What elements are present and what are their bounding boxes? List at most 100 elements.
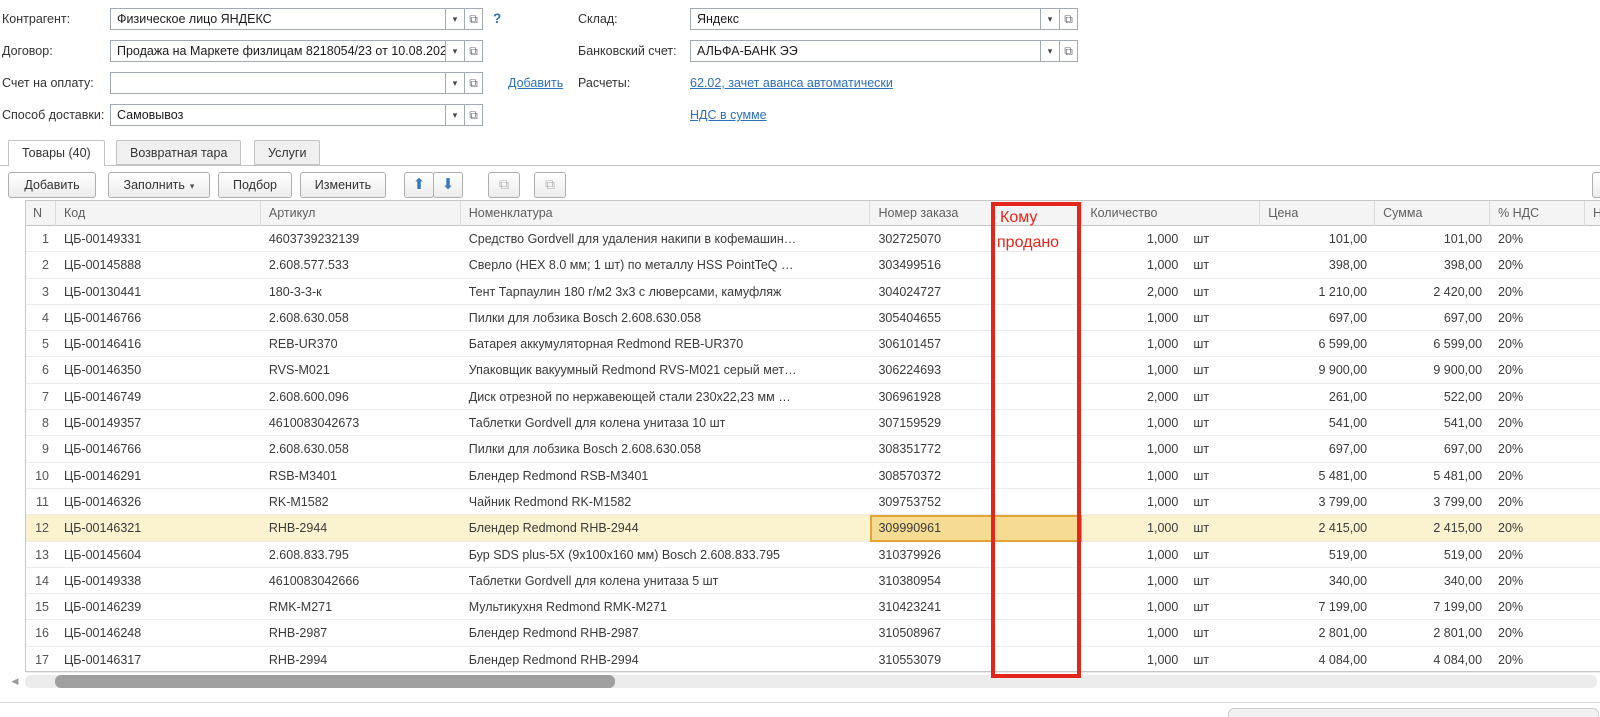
cell-sum[interactable]: 697,00 (1375, 305, 1490, 331)
column-header-5[interactable]: Номер заказа (870, 201, 1082, 226)
column-header-3[interactable]: Артикул (261, 201, 461, 226)
cell-nomenclature[interactable]: Упаковщик вакуумный Redmond RVS-M021 сер… (461, 357, 871, 383)
cell-price[interactable]: 101,00 (1260, 226, 1375, 252)
cell-code[interactable]: ЦБ-00146326 (56, 489, 261, 515)
банковскийсчет-field[interactable]: АЛЬФА-БАНК ЭЭ▾ (690, 40, 1060, 62)
cell-quantity[interactable]: 1,000шт (1082, 647, 1260, 673)
cell-article[interactable]: RSB-M3401 (261, 463, 461, 489)
cell-nomenclature[interactable]: Блендер Redmond RHB-2944 (461, 515, 871, 541)
cell-order-number[interactable]: 309990961 (870, 515, 1082, 541)
table-row[interactable]: 15ЦБ-00146239RMK-M271Мультикухня Redmond… (26, 594, 1600, 620)
cell-rownum[interactable]: 3 (26, 279, 56, 305)
cell-last-truncated[interactable] (1585, 463, 1600, 489)
move-down-button[interactable]: ⬇ (433, 172, 463, 198)
copy-rows-button[interactable]: ⧉ (488, 172, 520, 198)
open-icon[interactable]: ⧉ (1059, 40, 1078, 62)
cell-sum[interactable]: 522,00 (1375, 384, 1490, 410)
cell-sum[interactable]: 6 599,00 (1375, 331, 1490, 357)
cell-nomenclature[interactable]: Блендер Redmond RHB-2987 (461, 620, 871, 646)
cell-nomenclature[interactable]: Батарея аккумуляторная Redmond REB-UR370 (461, 331, 871, 357)
cell-sum[interactable]: 5 481,00 (1375, 463, 1490, 489)
tab-товары--40-[interactable]: Товары (40) (8, 140, 105, 166)
horizontal-scrollbar[interactable] (25, 675, 1597, 688)
cell-code[interactable]: ЦБ-00146749 (56, 384, 261, 410)
cell-article[interactable]: 180-3-3-к (261, 279, 461, 305)
cell-order-number[interactable]: 303499516 (870, 252, 1082, 278)
cell-rownum[interactable]: 7 (26, 384, 56, 410)
cell-nomenclature[interactable]: Таблетки Gordvell для колена унитаза 5 ш… (461, 568, 871, 594)
cell-last-truncated[interactable] (1585, 279, 1600, 305)
column-header-7[interactable]: Цена (1260, 201, 1375, 226)
cell-nomenclature[interactable]: Таблетки Gordvell для колена унитаза 10 … (461, 410, 871, 436)
cell-code[interactable]: ЦБ-00146416 (56, 331, 261, 357)
cell-sum[interactable]: 2 420,00 (1375, 279, 1490, 305)
cell-quantity[interactable]: 1,000шт (1082, 489, 1260, 515)
cell-vat[interactable]: 20% (1490, 594, 1585, 620)
cell-article[interactable]: 2.608.630.058 (261, 305, 461, 331)
cell-sum[interactable]: 697,00 (1375, 436, 1490, 462)
horizontal-scrollbar-thumb[interactable] (55, 675, 615, 688)
table-row[interactable]: 3ЦБ-00130441180-3-3-кТент Тарпаулин 180 … (26, 279, 1600, 305)
tab-услуги[interactable]: Услуги (254, 140, 320, 165)
table-row[interactable]: 16ЦБ-00146248RHB-2987Блендер Redmond RHB… (26, 620, 1600, 646)
cell-last-truncated[interactable] (1585, 515, 1600, 541)
cell-code[interactable]: ЦБ-00146239 (56, 594, 261, 620)
cell-order-number[interactable]: 309753752 (870, 489, 1082, 515)
cell-article[interactable]: RHB-2987 (261, 620, 461, 646)
cell-nomenclature[interactable]: Тент Тарпаулин 180 г/м2 3х3 с люверсами,… (461, 279, 871, 305)
cell-article[interactable]: 4610083042666 (261, 568, 461, 594)
cell-price[interactable]: 5 481,00 (1260, 463, 1375, 489)
add-row-button[interactable]: Добавить (8, 172, 96, 198)
cell-quantity[interactable]: 2,000шт (1082, 384, 1260, 410)
table-row[interactable]: 8ЦБ-001493574610083042673Таблетки Gordve… (26, 410, 1600, 436)
cell-quantity[interactable]: 1,000шт (1082, 436, 1260, 462)
cell-vat[interactable]: 20% (1490, 279, 1585, 305)
cell-last-truncated[interactable] (1585, 594, 1600, 620)
cell-order-number[interactable]: 310553079 (870, 647, 1082, 673)
cell-nomenclature[interactable]: Пилки для лобзика Bosch 2.608.630.058 (461, 436, 871, 462)
cell-article[interactable]: REB-UR370 (261, 331, 461, 357)
cell-vat[interactable]: 20% (1490, 542, 1585, 568)
settings-link[interactable]: 62.02, зачет аванса автоматически (690, 72, 893, 94)
table-row[interactable]: 4ЦБ-001467662.608.630.058Пилки для лобзи… (26, 305, 1600, 331)
cell-sum[interactable]: 101,00 (1375, 226, 1490, 252)
cell-vat[interactable]: 20% (1490, 489, 1585, 515)
cell-rownum[interactable]: 1 (26, 226, 56, 252)
cell-quantity[interactable]: 1,000шт (1082, 568, 1260, 594)
cell-vat[interactable]: 20% (1490, 226, 1585, 252)
column-header-6[interactable]: Количество (1082, 201, 1260, 226)
column-header-2[interactable]: Код (56, 201, 261, 226)
cell-vat[interactable]: 20% (1490, 305, 1585, 331)
column-header-9[interactable]: % НДС (1490, 201, 1585, 226)
cell-last-truncated[interactable] (1585, 252, 1600, 278)
cell-nomenclature[interactable]: Чайник Redmond RK-M1582 (461, 489, 871, 515)
cell-rownum[interactable]: 17 (26, 647, 56, 673)
table-row[interactable]: 13ЦБ-001456042.608.833.795Бур SDS plus-5… (26, 542, 1600, 568)
cell-code[interactable]: ЦБ-00145604 (56, 542, 261, 568)
cell-quantity[interactable]: 1,000шт (1082, 515, 1260, 541)
cell-price[interactable]: 4 084,00 (1260, 647, 1375, 673)
cell-last-truncated[interactable] (1585, 542, 1600, 568)
cell-vat[interactable]: 20% (1490, 436, 1585, 462)
cell-sum[interactable]: 2 801,00 (1375, 620, 1490, 646)
cell-sum[interactable]: 398,00 (1375, 252, 1490, 278)
edit-button[interactable]: Изменить (300, 172, 386, 198)
table-row[interactable]: 9ЦБ-001467662.608.630.058Пилки для лобзи… (26, 436, 1600, 462)
pick-button[interactable]: Подбор (218, 172, 292, 198)
cell-article[interactable]: RMK-M271 (261, 594, 461, 620)
cell-sum[interactable]: 340,00 (1375, 568, 1490, 594)
cell-code[interactable]: ЦБ-00149357 (56, 410, 261, 436)
cell-article[interactable]: RHB-2944 (261, 515, 461, 541)
cell-sum[interactable]: 3 799,00 (1375, 489, 1490, 515)
table-row[interactable]: 1ЦБ-001493314603739232139Средство Gordve… (26, 226, 1600, 252)
cell-order-number[interactable]: 302725070 (870, 226, 1082, 252)
cell-article[interactable]: 4610083042673 (261, 410, 461, 436)
cell-code[interactable]: ЦБ-00149338 (56, 568, 261, 594)
column-header-4[interactable]: Номенклатура (461, 201, 871, 226)
open-icon[interactable]: ⧉ (1059, 8, 1078, 30)
cell-rownum[interactable]: 8 (26, 410, 56, 436)
table-row[interactable]: 6ЦБ-00146350RVS-M021Упаковщик вакуумный … (26, 357, 1600, 383)
cell-nomenclature[interactable]: Блендер Redmond RHB-2994 (461, 647, 871, 673)
table-row[interactable]: 17ЦБ-00146317RHB-2994Блендер Redmond RHB… (26, 647, 1600, 673)
cell-rownum[interactable]: 12 (26, 515, 56, 541)
